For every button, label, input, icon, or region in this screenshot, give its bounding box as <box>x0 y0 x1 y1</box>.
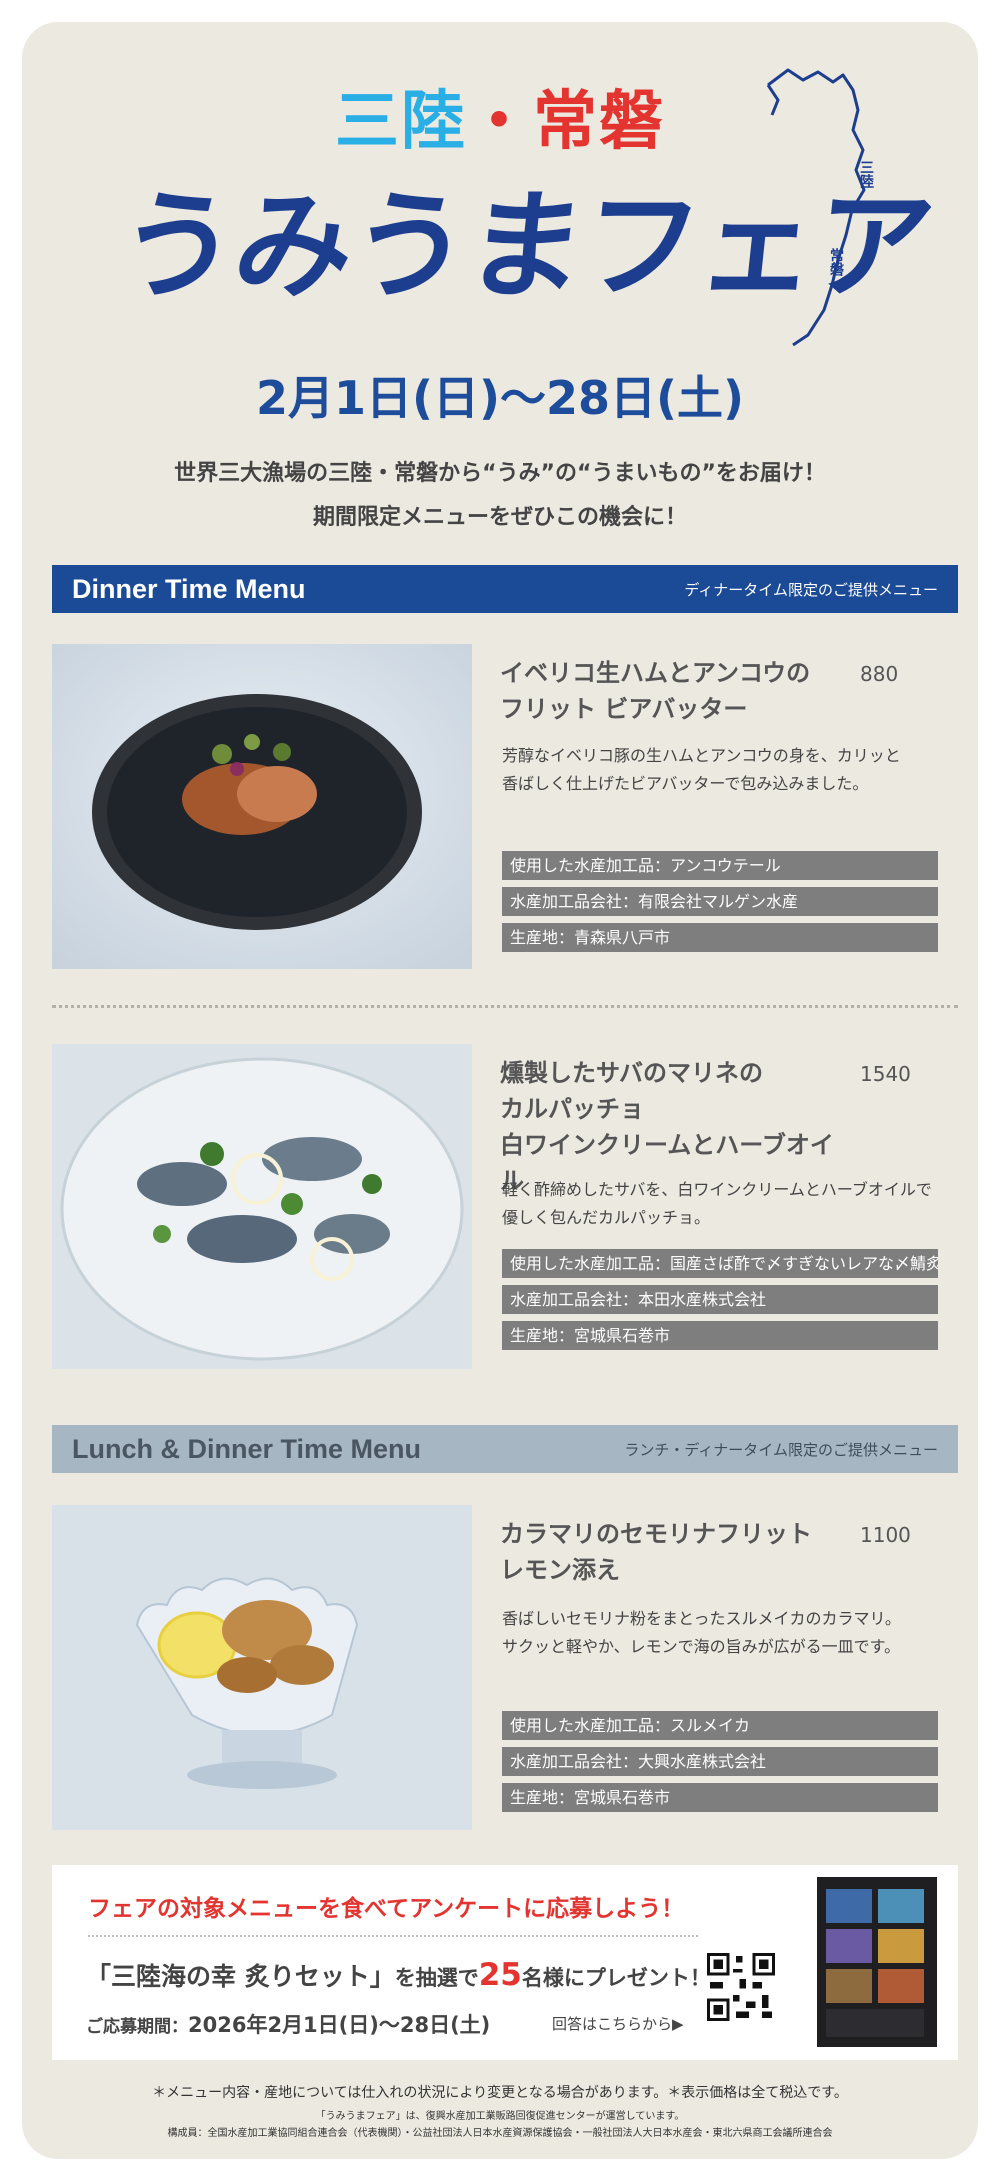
item-2-tag-origin: 生産地：宮城県石巻市 <box>502 1321 938 1350</box>
prize-mid: を抽選で <box>394 1966 479 1990</box>
qr-code-icon[interactable] <box>707 1953 775 2021</box>
dinner-section-subtitle: ディナータイム限定のご提供メニュー <box>684 580 938 599</box>
footer-note-menu: ＊メニュー内容・産地については仕入れの状況により変更となる場合があります。＊表示… <box>152 2085 848 2101</box>
dinner-section-title: Dinner Time Menu <box>72 573 306 604</box>
iberico-anko-photo <box>52 644 472 969</box>
campaign-headline: フェアの対象メニューを食べてアンケートに応募しよう！ <box>88 1896 685 1922</box>
item-2-name-line-1: 燻製したサバのマリネの <box>500 1059 764 1087</box>
item-1-name-line-2: フリット ビアバッター <box>500 695 748 723</box>
lunch-dinner-section-bar: Lunch & Dinner Time Menu ランチ・ディナータイム限定のご… <box>52 1425 958 1473</box>
title-sanriku: 三陸 <box>335 85 467 159</box>
prize-end: 名様にプレゼント！ <box>521 1966 711 1990</box>
period-label: ご応募期間： <box>86 2017 188 2037</box>
item-2-name-line-2: カルパッチョ <box>500 1095 644 1123</box>
item-3-tag-product: 使用した水産加工品：スルメイカ <box>502 1711 938 1740</box>
item-3-name: カラマリのセモリナフリット レモン添え <box>500 1516 840 1588</box>
title-joban: 常磐 <box>533 85 665 159</box>
title-dot: ・ <box>467 85 533 159</box>
item-1-tag-origin: 生産地：青森県八戸市 <box>502 923 938 952</box>
footer-note-operator: 「うみうまフェア」は、復興水産加工業販路回復促進センターが運営しています。 <box>315 2111 685 2122</box>
campaign-period: ご応募期間：2026年2月1日(日)〜28日(土) <box>86 2009 490 2039</box>
item-1-price: 880 <box>860 662 899 686</box>
item-3-name-line-2: レモン添え <box>500 1556 620 1584</box>
item-1-tag-product: 使用した水産加工品：アンコウテール <box>502 851 938 880</box>
item-3-tag-origin: 生産地：宮城県石巻市 <box>502 1783 938 1812</box>
item-divider <box>52 1005 958 1008</box>
item-3-name-line-1: カラマリのセモリナフリット <box>500 1520 812 1548</box>
campaign-prize-text: 「三陸海の幸 炙りセット」を抽選で25名様にプレゼント！ <box>86 1957 711 1993</box>
fair-date-range: 2月1日(日)〜28日(土) <box>255 371 745 425</box>
item-1-description: 芳醇なイベリコ豚の生ハムとアンコウの身を、カリッと 香ばしく仕上げたビアバッター… <box>502 742 942 798</box>
item-2-description: 軽く酢締めしたサバを、白ワインクリームとハーブオイルで 優しく包んだカルパッチョ… <box>502 1176 942 1232</box>
item-2-tag-product: 使用した水産加工品：国産さば酢で〆すぎないレアな〆鯖炙り <box>502 1249 938 1278</box>
campaign-box: フェアの対象メニューを食べてアンケートに応募しよう！ 「三陸海の幸 炙りセット」… <box>52 1865 958 2060</box>
lunch-dinner-section-title: Lunch & Dinner Time Menu <box>72 1433 422 1464</box>
lunch-dinner-section-subtitle: ランチ・ディナータイム限定のご提供メニュー <box>624 1440 938 1459</box>
tohoku-coast-map <box>766 68 866 347</box>
saba-carpaccio-photo <box>52 1044 472 1369</box>
dinner-section-bar: Dinner Time Menu ディナータイム限定のご提供メニュー <box>52 565 958 613</box>
prize-name: 「三陸海の幸 炙りセット」 <box>86 1962 395 1991</box>
intro-text: 世界三大漁場の三陸・常磐から“うみ”の“うまいもの”をお届け！ 期間限定メニュー… <box>0 452 1000 540</box>
item-3-description: 香ばしいセモリナ粉をまとったスルメイカのカラマリ。 サクッと軽やか、レモンで海の… <box>502 1605 942 1661</box>
item-3-desc-line-2: サクッと軽やか、レモンで海の旨みが広がる一皿です。 <box>502 1637 901 1656</box>
item-1-name: イベリコ生ハムとアンコウの フリット ビアバッター <box>500 655 840 727</box>
intro-line-2: 期間限定メニューをぜひこの機会に！ <box>312 505 687 530</box>
prize-count: 25 <box>478 1957 522 1993</box>
calamari-photo <box>52 1505 472 1830</box>
map-label-joban: 常磐 <box>828 248 844 276</box>
gift-set-image <box>817 1877 937 2047</box>
item-2-tag-company: 水産加工品会社：本田水産株式会社 <box>502 1285 938 1314</box>
item-3-price: 1100 <box>860 1523 911 1547</box>
answer-link[interactable]: 回答はこちらから▶ <box>552 2013 684 2034</box>
footer-note-members: 構成員：全国水産加工業協同組合連合会（代表機関）・公益社団法人日本水産資源保護協… <box>167 2128 833 2139</box>
campaign-divider <box>88 1935 698 1937</box>
item-2-desc-line-2: 優しく包んだカルパッチョ。 <box>502 1208 711 1227</box>
item-3-desc-line-1: 香ばしいセモリナ粉をまとったスルメイカのカラマリ。 <box>502 1609 901 1628</box>
item-1-desc-line-2: 香ばしく仕上げたビアバッターで包み込みました。 <box>502 774 869 793</box>
item-1-name-line-1: イベリコ生ハムとアンコウの <box>500 659 811 687</box>
intro-line-1: 世界三大漁場の三陸・常磐から“うみ”の“うまいもの”をお届け！ <box>174 461 826 486</box>
period-value: 2026年2月1日(日)〜28日(土) <box>188 2013 491 2037</box>
item-1-desc-line-1: 芳醇なイベリコ豚の生ハムとアンコウの身を、カリッと <box>502 746 901 765</box>
item-2-price: 1540 <box>860 1062 911 1086</box>
item-1-tag-company: 水産加工品会社：有限会社マルゲン水産 <box>502 887 938 916</box>
map-label-sanriku: 三陸 <box>858 160 874 188</box>
item-2-desc-line-1: 軽く酢締めしたサバを、白ワインクリームとハーブオイルで <box>502 1180 932 1199</box>
item-3-tag-company: 水産加工品会社：大興水産株式会社 <box>502 1747 938 1776</box>
